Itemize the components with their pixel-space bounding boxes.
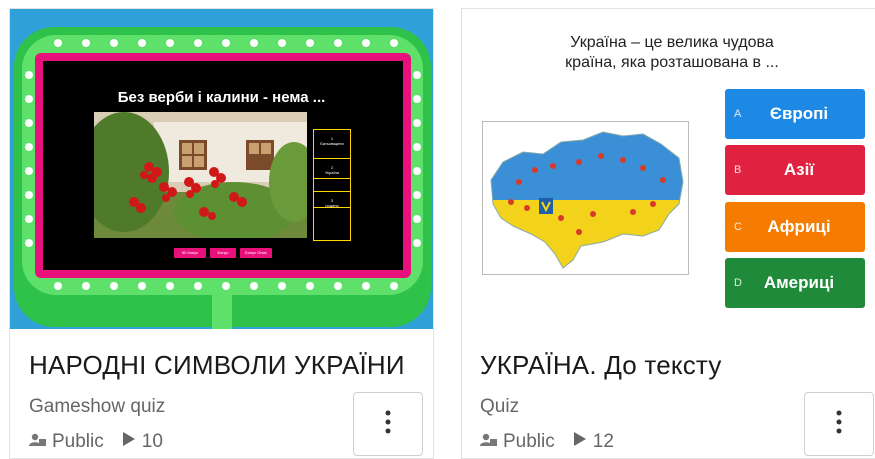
frame-light-dot: [25, 191, 33, 199]
gameshow-button-2: Бонус: [210, 248, 236, 258]
ukraine-map-image: [482, 121, 689, 275]
quiz-answer-a: A Європі: [725, 89, 865, 139]
user-icon: [480, 431, 497, 453]
visibility-label: Public: [503, 431, 555, 452]
frame-light-dot: [25, 239, 33, 247]
card-menu-button[interactable]: [804, 392, 874, 456]
card-meta: Public 10: [29, 431, 163, 453]
frame-light-dot: [413, 191, 421, 199]
activity-card[interactable]: Україна – це велика чудова країна, яка р…: [461, 8, 875, 459]
viburnum-photo: [94, 112, 307, 238]
frame-light-dot: [334, 282, 342, 290]
frame-light-dot: [306, 282, 314, 290]
card-title[interactable]: УКРАЇНА. До тексту: [480, 350, 722, 381]
user-icon: [29, 431, 46, 453]
card-menu-button[interactable]: [353, 392, 423, 456]
card-title[interactable]: НАРОДНІ СИМВОЛИ УКРАЇНИ: [29, 350, 405, 381]
gameshow-question: Без верби і калини - нема ...: [117, 89, 326, 106]
quiz-answer-b: B Азії: [725, 145, 865, 195]
card-type: Quiz: [480, 396, 520, 417]
play-icon: [573, 431, 587, 453]
plays-count: 10: [141, 431, 163, 452]
frame-light-dot: [222, 39, 230, 47]
card-thumbnail[interactable]: Україна – це велика чудова країна, яка р…: [462, 9, 875, 329]
gameshow-button-1: 50 бонус: [174, 248, 206, 258]
frame-light-dot: [138, 282, 146, 290]
frame-light-dot: [278, 39, 286, 47]
activity-card[interactable]: Без верби і калини - нема ... 1 Батьківщ…: [9, 8, 434, 459]
frame-light-dot: [222, 282, 230, 290]
frame-light-dot: [166, 282, 174, 290]
frame-light-dot: [413, 167, 421, 175]
card-type: Gameshow quiz: [29, 396, 166, 417]
frame-light-dot: [110, 39, 118, 47]
frame-light-dot: [306, 39, 314, 47]
kebab-icon: [836, 410, 842, 439]
quiz-answer-c: C Африці: [725, 202, 865, 252]
frame-light-dot: [194, 39, 202, 47]
frame-light-dot: [110, 282, 118, 290]
gameshow-stand: [212, 294, 232, 329]
frame-light-dot: [413, 239, 421, 247]
frame-light-dot: [25, 215, 33, 223]
frame-light-dot: [54, 39, 62, 47]
frame-light-dot: [250, 39, 258, 47]
play-icon: [122, 431, 136, 453]
frame-light-dot: [390, 39, 398, 47]
plays-count: 12: [592, 431, 614, 452]
frame-light-dot: [413, 119, 421, 127]
frame-light-dot: [334, 39, 342, 47]
gameshow-button-3: Бонус Опис: [240, 248, 272, 258]
frame-light-dot: [54, 282, 62, 290]
frame-light-dot: [25, 143, 33, 151]
frame-light-dot: [194, 282, 202, 290]
kebab-icon: [385, 410, 391, 439]
frame-light-dot: [82, 39, 90, 47]
frame-light-dot: [250, 282, 258, 290]
frame-light-dot: [25, 119, 33, 127]
quiz-question: Україна – це велика чудова країна, яка р…: [565, 34, 779, 71]
frame-light-dot: [25, 71, 33, 79]
frame-light-dot: [25, 167, 33, 175]
frame-light-dot: [362, 282, 370, 290]
frame-light-dot: [166, 39, 174, 47]
frame-light-dot: [413, 215, 421, 223]
card-meta: Public 12: [480, 431, 614, 453]
frame-light-dot: [413, 143, 421, 151]
card-thumbnail[interactable]: Без верби і калини - нема ... 1 Батьківщ…: [10, 9, 433, 329]
quiz-answer-d: D Америці: [725, 258, 865, 308]
frame-light-dot: [278, 282, 286, 290]
frame-light-dot: [362, 39, 370, 47]
visibility-label: Public: [52, 431, 104, 452]
frame-light-dot: [390, 282, 398, 290]
frame-light-dot: [138, 39, 146, 47]
gameshow-answer-3: 3 родини: [313, 191, 351, 241]
frame-light-dot: [413, 71, 421, 79]
frame-light-dot: [82, 282, 90, 290]
